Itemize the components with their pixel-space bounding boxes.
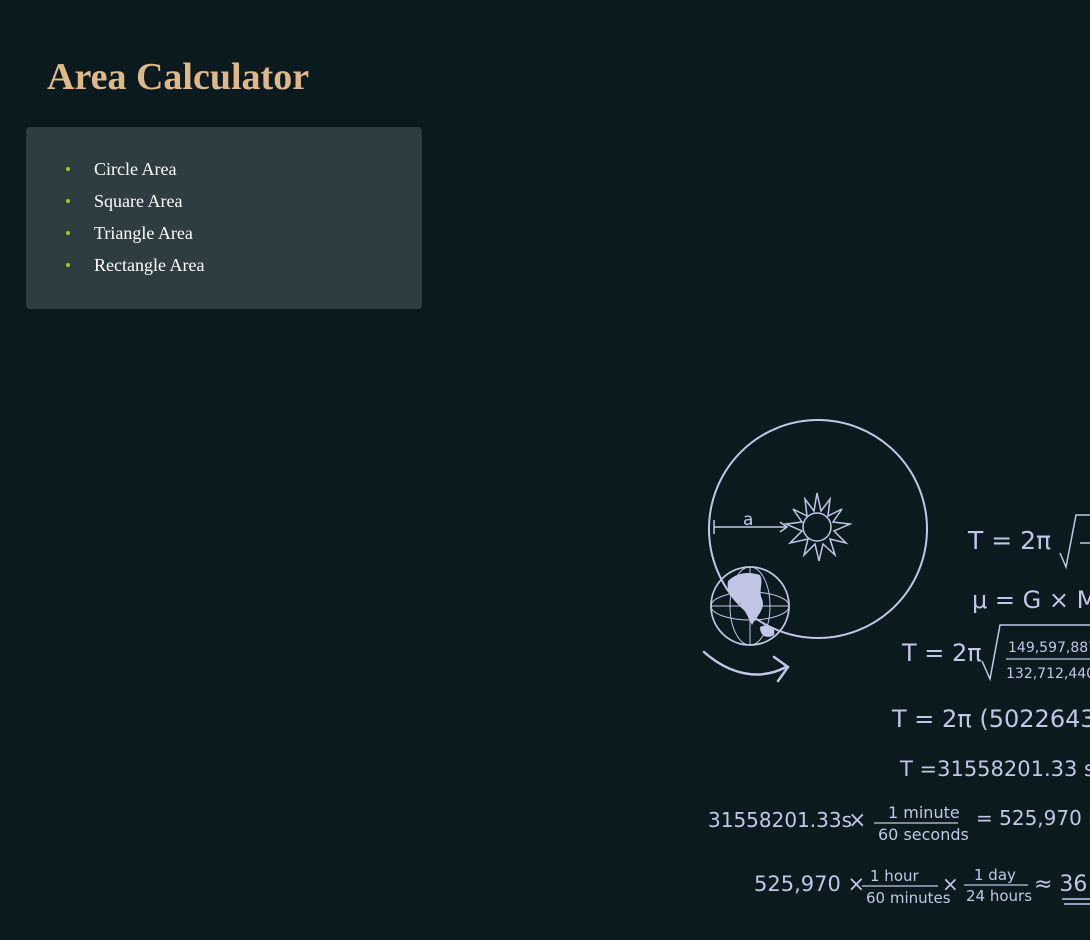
calculator-menu: Circle Area Square Area Triangle Area Re… (26, 127, 422, 309)
bullet-icon (66, 263, 70, 267)
day-fraction-bottom: 24 hours (966, 887, 1032, 905)
menu-item-label: Triangle Area (94, 223, 193, 243)
period-formula: T = 2π (967, 526, 1051, 555)
menu-item-rectangle-area[interactable]: Rectangle Area (26, 251, 422, 283)
minutes-result: = 525,970 mi (976, 806, 1090, 830)
earth-icon (710, 566, 790, 646)
menu-item-label: Rectangle Area (94, 255, 205, 275)
menu-item-square-area[interactable]: Square Area (26, 187, 422, 219)
minutes-value: 525,970 × (754, 872, 865, 896)
menu-item-triangle-area[interactable]: Triangle Area (26, 219, 422, 251)
menu-item-label: Circle Area (94, 159, 177, 179)
period-seconds: T =31558201.33 seco (899, 757, 1090, 781)
radius-label: a (743, 510, 753, 530)
bullet-icon (66, 231, 70, 235)
hour-fraction-bottom: 60 minutes (866, 889, 951, 907)
times-sign: × (942, 872, 959, 896)
denominator-value: 132,712,440,01 (1006, 666, 1090, 682)
period-formula-substituted: T = 2π (901, 639, 982, 667)
sun-icon (783, 492, 853, 562)
day-fraction-top: 1 day (974, 866, 1016, 884)
bullet-icon (66, 167, 70, 171)
mu-formula: μ = G × M (972, 586, 1090, 614)
sqrt-sign (1059, 514, 1090, 570)
rotation-arrow-icon (702, 650, 790, 683)
times-sign: × (848, 808, 866, 833)
orbit-illustration-svg: a T = 2π μ = G × M T = 2π 149,597,887. (702, 419, 1090, 907)
numerator-value: 149,597,887. (1008, 640, 1090, 656)
period-step: T = 2π (5022643.73 (891, 705, 1090, 733)
minute-fraction-top: 1 minute (888, 803, 960, 822)
hour-fraction-top: 1 hour (870, 867, 920, 885)
minute-fraction-bottom: 60 seconds (878, 825, 969, 844)
calculator-menu-list: Circle Area Square Area Triangle Area Re… (26, 155, 422, 283)
menu-item-label: Square Area (94, 191, 183, 211)
seconds-value: 31558201.33s (708, 808, 852, 832)
bullet-icon (66, 199, 70, 203)
orbit-chalkboard-illustration: a T = 2π μ = G × M T = 2π 149,597,887. (690, 405, 1090, 940)
page-title: Area Calculator (47, 56, 310, 98)
days-result: ≈ 36 (1034, 872, 1087, 897)
menu-item-circle-area[interactable]: Circle Area (26, 155, 422, 187)
